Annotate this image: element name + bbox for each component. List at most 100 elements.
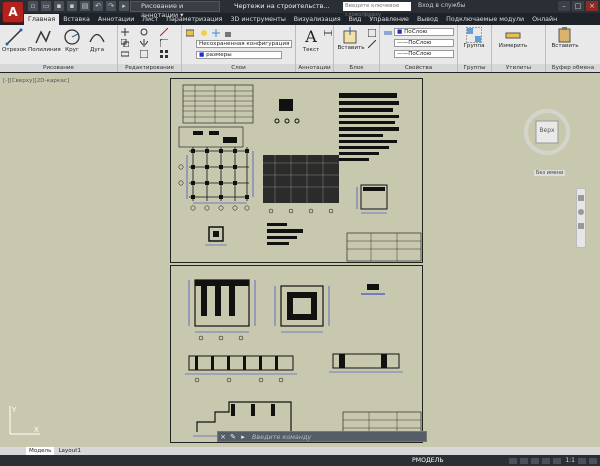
window-controls: – □ × [558,1,598,11]
scale-icon[interactable] [140,50,148,58]
save-icon[interactable]: ▪ [54,1,64,11]
move-icon[interactable] [121,28,129,36]
properties-panel: ■ ПоСлою ——ПоСлою ——ПоСлою Свойства [380,25,458,72]
sheet-1-graphics [178,84,422,262]
minimize-icon[interactable]: – [558,1,570,11]
open-icon[interactable]: ▭ [41,1,51,11]
annotation-scale[interactable]: 1:1 [565,457,575,464]
circle-button[interactable]: Круг [60,27,84,53]
tab-online[interactable]: Онлайн [528,14,561,25]
color-dropdown[interactable]: ■ ПоСлою [394,28,454,36]
tab-model[interactable]: Модель [26,447,55,455]
line-label: Отрезок [2,47,27,53]
title-bar: A ▫ ▭ ▪ ▪ ▤ ↶ ↷ ▸ Рисование и аннотации … [0,0,600,23]
undo-icon[interactable]: ↶ [93,1,103,11]
sheet-2-graphics [185,279,422,442]
new-icon[interactable]: ▫ [28,1,38,11]
polyline-button[interactable]: Полилиния [28,27,61,53]
snap-icon[interactable] [520,457,529,464]
maximize-icon[interactable]: □ [572,1,584,11]
saveas-icon[interactable]: ▪ [67,1,77,11]
command-history-icon[interactable]: ▸ [238,433,248,441]
layer-state-dropdown[interactable]: Несохраненная конфигурация слое [196,40,292,48]
tab-parametric[interactable]: Параметризация [162,14,226,25]
command-customize-icon[interactable]: ✎ [228,433,238,441]
rotate-icon[interactable] [140,28,148,36]
trim-icon[interactable] [160,28,168,36]
print-icon[interactable]: ▤ [80,1,90,11]
customize-icon[interactable] [589,457,597,464]
lineweight-dropdown[interactable]: ——ПоСлою [394,50,454,58]
layer-on-icon[interactable] [200,29,208,37]
ribbon: Отрезок Полилиния Круг Дуга Рисование Ре… [0,25,600,72]
ortho-icon[interactable] [531,457,540,464]
text-button[interactable]: A Текст [300,27,322,53]
tab-annotate[interactable]: Аннотации [94,14,138,25]
pan-icon[interactable] [578,195,584,201]
array-icon[interactable] [160,50,168,58]
layer-lock-icon[interactable] [224,29,232,37]
tab-insert[interactable]: Вставка [59,14,94,25]
navigation-bar[interactable] [576,188,586,248]
viewcube-ucs-menu[interactable]: Без имени [534,170,566,176]
utilities-panel-title: Утилиты [492,64,545,72]
layer-freeze-icon[interactable] [212,29,220,37]
circle-label: Круг [65,47,79,53]
tab-sheet[interactable]: Лист [138,14,162,25]
match-properties-icon[interactable] [384,29,392,37]
command-line[interactable]: × ✎ ▸ Введите команду [217,431,427,442]
app-menu-button[interactable]: A [2,1,24,23]
insert-block-button[interactable]: Вставить [337,27,365,51]
viewcube-face-label[interactable]: Верх [536,127,558,134]
redo-icon[interactable]: ↷ [106,1,116,11]
viewport-label[interactable]: [-][Сверху][2D-каркас] [3,78,69,84]
clipboard-panel: Вставить Буфер обмена [546,25,600,72]
edit-block-icon[interactable] [368,40,376,48]
measure-button[interactable]: Измерить [496,27,530,49]
drawing-sheet-1 [170,78,423,263]
drawing-sheet-2 [170,265,423,443]
tab-render[interactable]: Визуализация [290,14,345,25]
tab-plugins[interactable]: Подключаемые модули [442,14,528,25]
tab-3d-tools[interactable]: 3D инструменты [226,14,289,25]
ribbon-tabs: Главная Вставка Аннотации Лист Параметри… [24,14,561,25]
command-input[interactable]: Введите команду [248,433,311,441]
grid-icon[interactable] [509,457,518,464]
osnap-icon[interactable] [553,457,562,464]
line-button[interactable]: Отрезок [2,27,26,53]
login-button[interactable]: Вход в службы [418,2,465,9]
model-space-toggle[interactable]: РМОДЕЛЬ [412,457,444,464]
tab-output[interactable]: Вывод [413,14,442,25]
orbit-icon[interactable] [578,223,584,229]
search-input[interactable]: Введите ключевое слово/фразу [343,2,411,18]
polyline-label: Полилиния [28,47,61,53]
copy-icon[interactable] [121,39,129,47]
layer-properties-icon[interactable] [186,29,194,37]
layer-dropdown[interactable]: ■ размеры [196,51,282,59]
paste-button[interactable]: Вставить [550,27,580,49]
modify-panel: Редактирование [118,25,182,72]
tab-layout1[interactable]: Layout1 [55,447,84,455]
fillet-icon[interactable] [160,39,168,47]
linetype-dropdown[interactable]: ——ПоСлою [394,39,454,47]
workspace-icon[interactable] [578,457,586,464]
create-block-icon[interactable] [368,29,376,37]
layout-tabs: Модель Layout1 [0,447,600,455]
arc-button[interactable]: Дуга [86,27,108,53]
mirror-icon[interactable] [140,39,148,47]
workspace-dropdown[interactable]: Рисование и аннотации ▾ [130,1,220,19]
tab-view[interactable]: Вид [345,14,366,25]
share-icon[interactable]: ▸ [119,1,129,11]
zoom-icon[interactable] [578,209,584,215]
viewcube[interactable]: Верх [523,108,571,156]
close-command-icon[interactable]: × [218,433,228,441]
measure-icon [505,32,521,39]
polar-icon[interactable] [542,457,551,464]
close-icon[interactable]: × [586,1,598,11]
group-button[interactable]: Группа [461,27,487,49]
dimension-icon[interactable] [324,29,332,37]
stretch-icon[interactable] [121,50,129,58]
tab-manage[interactable]: Управление [365,14,413,25]
tab-home[interactable]: Главная [24,14,60,25]
polyline-icon [35,30,51,44]
